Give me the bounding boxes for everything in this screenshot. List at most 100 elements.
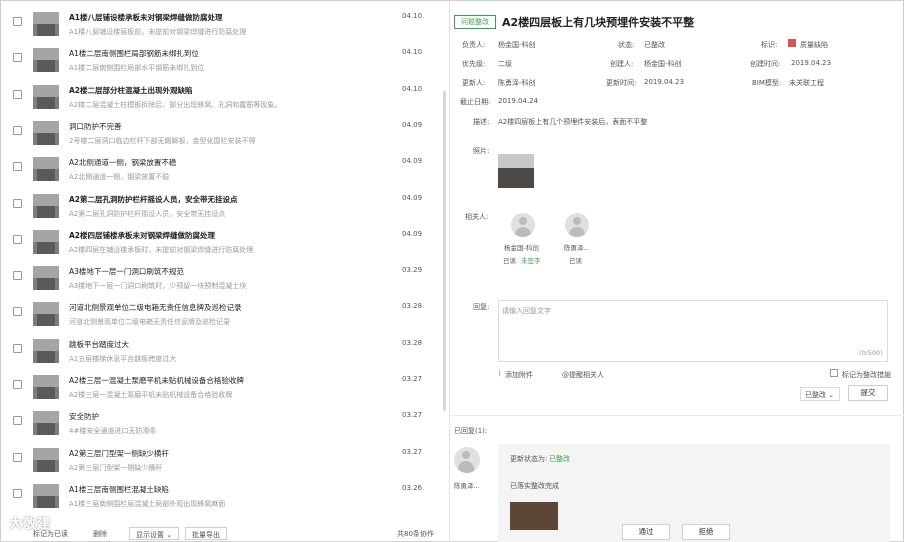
batch-export-button[interactable]: 批量导出 (185, 527, 227, 540)
chevron-down-icon: ⌄ (166, 531, 173, 539)
deadline-label: 截止日期: (460, 98, 491, 106)
list-item[interactable]: A2北侧通道一侧，钢梁放置不稳 A2北侧通道一侧，钢梁放置不稳 04.09 (1, 154, 441, 190)
chevron-down-icon: ⌄ (828, 391, 835, 399)
row-checkbox[interactable] (13, 343, 22, 353)
row-checkbox[interactable] (13, 162, 22, 172)
updater-label: 更新人: (462, 79, 486, 87)
row-checkbox[interactable] (13, 271, 22, 281)
total-count: 共80条协作 (397, 530, 434, 538)
reply-textarea[interactable] (498, 300, 888, 362)
issue-thumbnail (33, 483, 59, 508)
reject-button[interactable]: 拒绝 (682, 524, 730, 540)
list-item[interactable]: A2第三层门型架一侧缺少横杆 A2第三层门型架一侧缺少横杆 03.27 (1, 445, 441, 481)
attachment-icon[interactable]: ⌇ (498, 370, 501, 378)
list-item[interactable]: A2楼二层部分柱混凝土出现外观缺陷 A2楼二层混凝土柱模板拆除后，部分出现蜂窝、孔… (1, 82, 441, 118)
list-item[interactable]: 跳板平台踏度过大 A1五层楼梯休息平台跳板跨度过大 03.28 (1, 336, 441, 372)
item-desc: A1楼八层铺设楼层板前，未提前对钢梁焊缝进行防腐处理 (69, 28, 247, 36)
status-label: 状态: (618, 41, 635, 49)
item-title: A2北侧通道一侧，钢梁放置不稳 (69, 158, 177, 168)
person-name: 杨金国-科创 (504, 244, 539, 252)
issue-thumbnail (33, 338, 59, 363)
item-title: 河道北侧景观单位二级电箱无责任信息牌及巡检记录 (69, 303, 242, 313)
item-title: 安全防护 (69, 412, 99, 422)
row-checkbox[interactable] (13, 125, 22, 135)
item-date: 03.27 (402, 447, 423, 456)
priority-label: 优先级: (462, 60, 486, 68)
row-checkbox[interactable] (13, 416, 22, 426)
list-item[interactable]: 洞口防护不完善 2号楼二层洞口临边栏杆下部无踢脚板，金型化围栏安装不得 04.09 (1, 118, 441, 154)
issue-thumbnail (33, 48, 59, 73)
avatar[interactable] (511, 213, 535, 237)
display-settings-dropdown[interactable]: 显示设置 ⌄ (129, 527, 180, 540)
row-checkbox[interactable] (13, 452, 22, 462)
mention-link[interactable]: @提醒相关人 (562, 370, 604, 380)
list-item[interactable]: A2楼三层一混凝土泵磨平机未贴机械设备合格验收牌 A2楼三层一混凝土泵磨平机未贴机… (1, 372, 441, 408)
row-checkbox[interactable] (13, 488, 22, 498)
list-item[interactable]: 河道北侧景观单位二级电箱无责任信息牌及巡检记录 河道北侧景观单位二级电箱无责任信息… (1, 299, 441, 335)
item-desc: A1楼二层南侧围栏局部水平钢筋未绑扎到位 (69, 64, 205, 73)
section-divider (450, 415, 904, 416)
reply-photo[interactable] (510, 502, 558, 530)
item-date: 03.26 (402, 483, 423, 492)
row-checkbox[interactable] (13, 53, 22, 63)
reply-label: 回复: (473, 303, 490, 311)
list-scrollbar[interactable] (443, 91, 446, 411)
delete-button[interactable]: 删除 (93, 529, 107, 539)
status-badge: 问题整改 (454, 15, 496, 29)
item-title: A2楼二层部分柱混凝土出现外观缺陷 (69, 85, 193, 95)
mark-measure-label: 标记为整改措施 (842, 371, 891, 379)
sign-status: 未签字 (521, 257, 541, 265)
replied-label: 已回复(1): (454, 427, 488, 435)
list-item[interactable]: A1楼八层铺设楼承板未对钢梁焊缝做防腐处理 A1楼八层铺设楼层板前，未提前对钢梁焊… (1, 9, 441, 45)
list-item[interactable]: A1楼二层南侧围栏局部钢筋未绑扎到位 A1楼二层南侧围栏局部水平钢筋未绑扎到位 04… (1, 45, 441, 81)
owner-value: 杨金国-科创 (498, 41, 536, 49)
issue-photo[interactable] (498, 154, 534, 188)
submit-button[interactable]: 提交 (848, 385, 888, 401)
issue-thumbnail (33, 447, 59, 472)
list-item[interactable]: A1楼三层南侧围栏混凝土缺陷 A1楼三层南侧围栏层混凝土局部外观出现蜂窝麻面 03.… (1, 481, 441, 517)
person-name: 陈勇泽... (564, 244, 590, 252)
item-desc: 2号楼二层洞口临边栏杆下部无踢脚板，金型化围栏安装不得 (69, 136, 256, 145)
row-checkbox[interactable] (13, 307, 22, 317)
issue-thumbnail (33, 411, 59, 436)
row-checkbox[interactable] (13, 234, 22, 244)
issue-thumbnail (33, 120, 59, 145)
approve-button[interactable]: 通过 (622, 524, 670, 540)
status-select[interactable]: 已整改 ⌄ (800, 387, 840, 401)
item-title: 洞口防护不完善 (69, 121, 122, 131)
read-status: 已读 (503, 257, 516, 265)
item-date: 04.09 (402, 193, 423, 202)
avatar[interactable] (565, 213, 589, 237)
mark-measure-checkbox[interactable] (830, 369, 838, 377)
issue-thumbnail (33, 84, 59, 109)
tag-value: 质量缺陷 (800, 41, 828, 49)
item-date: 04.09 (402, 229, 423, 238)
item-date: 04.09 (402, 157, 423, 166)
item-date: 04.10 (402, 84, 423, 93)
issue-title: A2楼四层板上有几块预埋件安装不平整 (502, 16, 695, 29)
item-desc: A2楼三层一混凝土泵磨平机未贴机械设备合格验收牌 (69, 391, 233, 399)
updated-value: 2019.04.23 (644, 78, 685, 86)
status-value: 已整改 (644, 41, 665, 49)
item-title: A1楼八层铺设楼承板未对钢梁焊缝做防腐处理 (69, 13, 223, 22)
row-checkbox[interactable] (13, 89, 22, 99)
char-count: (0/500) (859, 349, 883, 357)
add-attachment-link[interactable]: 添加附件 (505, 370, 533, 380)
list-item[interactable]: A2楼四层铺楼承板未对钢梁焊缝做防腐处理 A2楼四层在铺设楼承板时，未提前对钢梁焊… (1, 227, 441, 263)
row-checkbox[interactable] (13, 198, 22, 208)
creator-value: 杨金国-科创 (644, 60, 682, 68)
item-desc: A2第三层门型架一侧缺少横杆 (69, 463, 163, 472)
reply-text: 已落实整改完成 (510, 482, 559, 490)
item-title: A1楼三层南侧围栏混凝土缺陷 (69, 484, 169, 494)
item-date: 04.10 (402, 48, 423, 57)
issue-detail: 问题整改 A2楼四层板上有几块预埋件安装不平整 负责人: 杨金国-科创 状态: … (450, 1, 904, 542)
bim-value[interactable]: 未关联工程 (789, 78, 824, 88)
row-checkbox[interactable] (13, 17, 22, 26)
list-item[interactable]: A3楼地下一层一门洞口刷筑不规范 A3楼地下一层一门洞口刷筑时，少预留一块预制混凝… (1, 263, 441, 299)
row-checkbox[interactable] (13, 380, 22, 389)
list-item[interactable]: 安全防护 4#楼安全通道进口无防滑条 03.27 (1, 408, 441, 444)
item-desc: A2第二层孔洞防护栏杆摇设人员，安全带无挂设点 (69, 209, 226, 218)
avatar (454, 447, 480, 473)
issue-thumbnail (33, 266, 59, 291)
list-item[interactable]: A2第二层孔洞防护栏杆摇设人员，安全带无挂设点 A2第二层孔洞防护栏杆摇设人员，安… (1, 191, 441, 227)
